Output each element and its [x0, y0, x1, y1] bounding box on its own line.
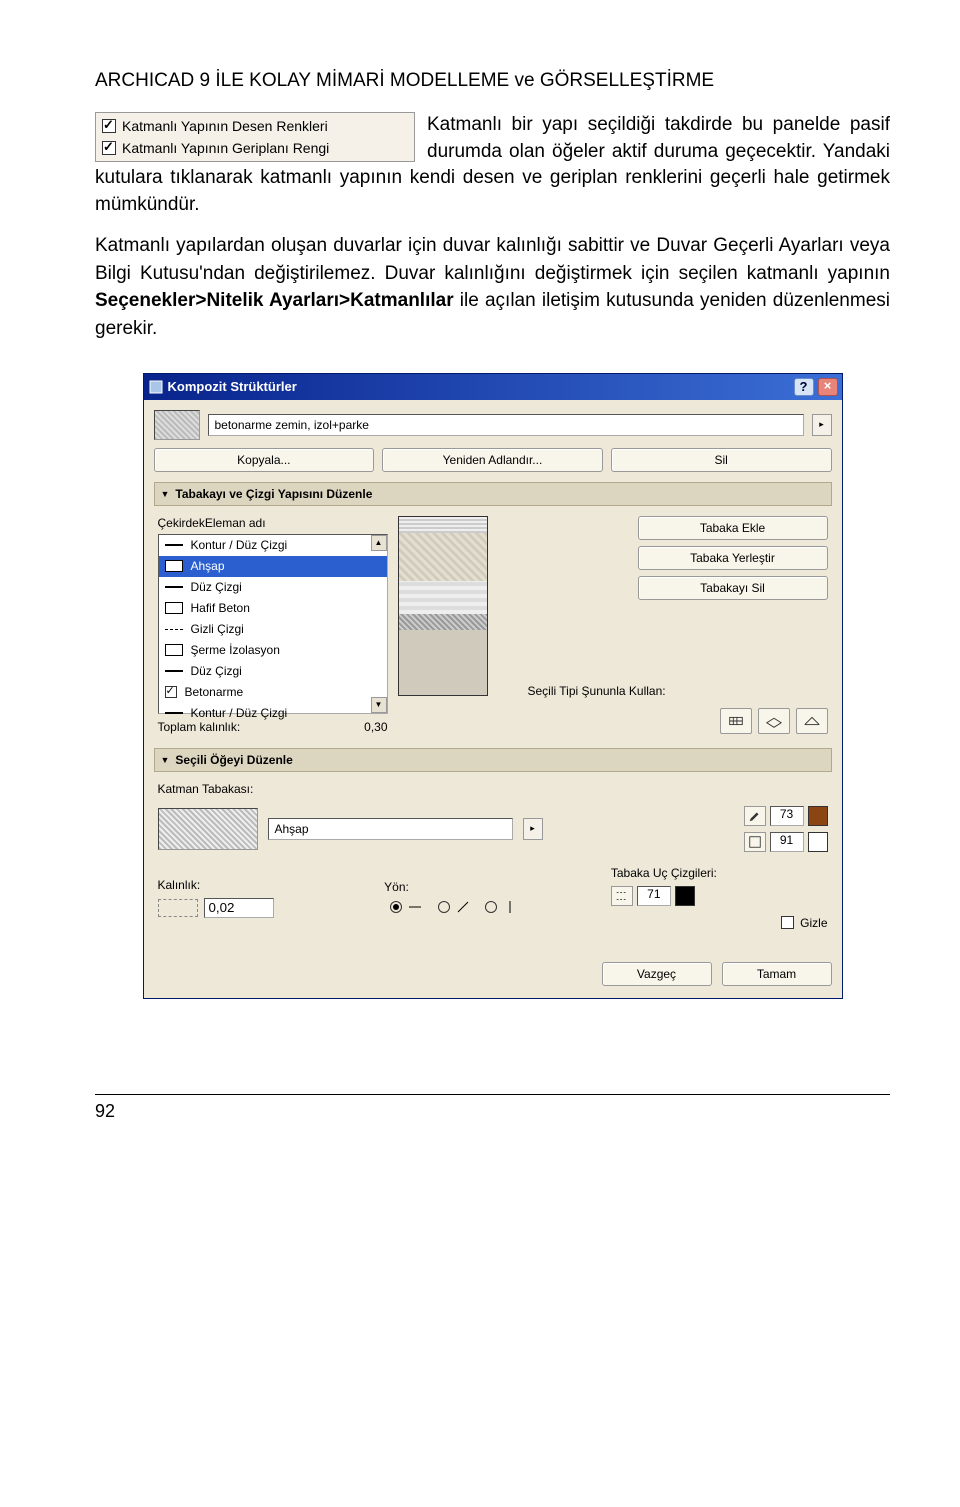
structure-preview-icon	[154, 410, 200, 440]
direction-diagonal-icon	[456, 900, 470, 914]
thickness-label: Kalınlık:	[158, 878, 375, 892]
line-icon	[165, 586, 183, 588]
structure-name-field[interactable]: betonarme zemin, izol+parke	[208, 414, 804, 436]
swatch-icon	[165, 602, 183, 614]
direction-radio-2[interactable]	[438, 901, 450, 913]
checkbox-label: Katmanlı Yapının Desen Renkleri	[122, 118, 328, 134]
app-icon	[148, 379, 164, 395]
bg-pen-color[interactable]	[808, 832, 828, 852]
body-paragraph: Katmanlı yapılardan oluşan duvarlar için…	[95, 232, 890, 342]
swatch-icon	[165, 644, 183, 656]
core-checkbox-icon	[165, 686, 177, 698]
hide-checkbox[interactable]	[781, 916, 794, 929]
layer-listbox[interactable]: Kontur / Düz Çizgi Ahşap Düz Çizgi Hafif…	[158, 534, 388, 714]
material-popup-button[interactable]: ▸	[523, 818, 543, 840]
structure-popup-button[interactable]: ▸	[812, 414, 832, 436]
pattern-preview	[158, 808, 258, 850]
list-item[interactable]: Düz Çizgi	[191, 580, 242, 594]
endline-pen-color[interactable]	[675, 886, 695, 906]
remove-layer-button[interactable]: Tabakayı Sil	[638, 576, 828, 600]
delete-button[interactable]: Sil	[611, 448, 832, 472]
list-item[interactable]: Hafif Beton	[191, 601, 250, 615]
dialog-title-text: Kompozit Strüktürler	[168, 379, 297, 394]
thickness-icon	[158, 899, 198, 917]
checkbox-label: Katmanlı Yapının Geriplanı Rengi	[122, 140, 329, 156]
use-with-label: Seçili Tipi Şununla Kullan:	[518, 684, 828, 698]
direction-radio-3[interactable]	[485, 901, 497, 913]
list-item[interactable]: Kontur / Düz Çizgi	[191, 538, 288, 552]
list-item[interactable]: Gizli Çizgi	[191, 622, 244, 636]
direction-radio-1[interactable]	[390, 901, 402, 913]
thickness-input[interactable]	[204, 898, 274, 918]
material-field[interactable]: Ahşap	[268, 818, 513, 840]
insert-layer-button[interactable]: Tabaka Yerleştir	[638, 546, 828, 570]
checkbox-panel: Katmanlı Yapının Desen Renkleri Katmanlı…	[95, 112, 415, 162]
line-icon	[165, 712, 183, 714]
endline-pen-input[interactable]: 71	[637, 886, 671, 906]
scroll-down-button[interactable]: ▼	[371, 697, 387, 713]
bg-pen-input[interactable]: 91	[770, 832, 804, 852]
bg-pen-icon	[744, 832, 766, 852]
element-name-label: ÇekirdekEleman adı	[158, 516, 388, 530]
list-item[interactable]: Şerme İzolasyon	[191, 643, 280, 657]
document-title: ARCHICAD 9 İLE KOLAY MİMARİ MODELLEME ve…	[95, 70, 890, 92]
help-button[interactable]: ?	[794, 378, 814, 396]
layer-fill-label: Katman Tabakası:	[158, 782, 828, 796]
direction-vertical-icon	[503, 900, 517, 914]
page-number: 92	[95, 1101, 115, 1121]
direction-label: Yön:	[384, 880, 601, 894]
cancel-button[interactable]: Vazgeç	[602, 962, 712, 986]
fill-pen-color[interactable]	[808, 806, 828, 826]
add-layer-button[interactable]: Tabaka Ekle	[638, 516, 828, 540]
list-item[interactable]: Düz Çizgi	[191, 664, 242, 678]
endlines-label: Tabaka Uç Çizgileri:	[611, 866, 828, 880]
ok-button[interactable]: Tamam	[722, 962, 832, 986]
line-icon	[165, 670, 183, 672]
dash-icon	[165, 629, 183, 630]
use-roof-icon[interactable]	[796, 708, 828, 734]
list-item[interactable]: Betonarme	[185, 685, 244, 699]
scroll-up-button[interactable]: ▲	[371, 535, 387, 551]
direction-horizontal-icon	[408, 900, 422, 914]
close-button[interactable]: ×	[818, 378, 838, 396]
swatch-icon	[165, 560, 183, 572]
rename-button[interactable]: Yeniden Adlandır...	[382, 448, 603, 472]
checkbox-pattern-colors[interactable]	[102, 119, 116, 133]
endline-icon	[611, 886, 633, 906]
wall-section-preview	[398, 516, 488, 696]
use-wall-icon[interactable]	[720, 708, 752, 734]
section-layers-header[interactable]: Tabakayı ve Çizgi Yapısını Düzenle	[154, 482, 832, 506]
section-edit-header[interactable]: Seçili Öğeyi Düzenle	[154, 748, 832, 772]
line-icon	[165, 544, 183, 546]
list-item[interactable]: Ahşap	[191, 559, 225, 573]
fill-pen-icon	[744, 806, 766, 826]
use-slab-icon[interactable]	[758, 708, 790, 734]
dialog-composite-structures: Kompozit Strüktürler ? × betonarme zemin…	[143, 373, 843, 999]
checkbox-background-color[interactable]	[102, 141, 116, 155]
list-item[interactable]: Kontur / Düz Çizgi	[191, 706, 288, 720]
hide-label: Gizle	[800, 916, 827, 930]
dialog-titlebar[interactable]: Kompozit Strüktürler ? ×	[144, 374, 842, 400]
copy-button[interactable]: Kopyala...	[154, 448, 375, 472]
fill-pen-input[interactable]: 73	[770, 806, 804, 826]
